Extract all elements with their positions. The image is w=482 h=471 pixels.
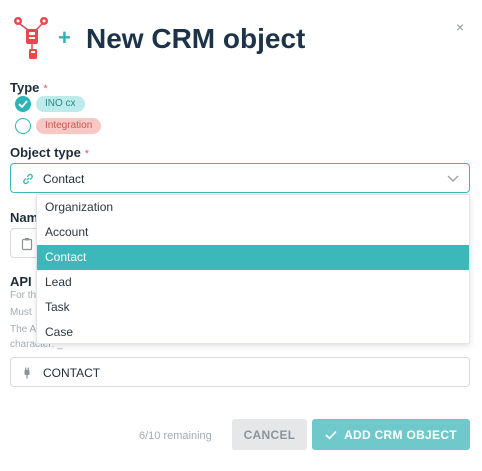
cancel-button[interactable]: CANCEL xyxy=(232,419,307,450)
plus-icon: + xyxy=(58,25,71,50)
clipboard-icon xyxy=(21,238,33,251)
dropdown-option-contact[interactable]: Contact xyxy=(37,245,469,270)
required-mark: * xyxy=(84,148,90,160)
type-chip-ino-cx: INO cx xyxy=(36,96,85,112)
remaining-count: 6/10 remaining xyxy=(139,430,212,442)
hint-line: For th xyxy=(10,290,37,301)
dropdown-option-case[interactable]: Case xyxy=(37,320,469,345)
object-type-value: Contact xyxy=(43,172,85,186)
dropdown-option-lead[interactable]: Lead xyxy=(37,270,469,295)
object-type-label-text: Object type xyxy=(10,145,81,160)
radio-unchecked-icon[interactable] xyxy=(15,118,31,134)
crm-objects-logo-icon xyxy=(14,17,48,59)
required-mark: * xyxy=(43,83,48,95)
api-name-field[interactable]: CONTACT xyxy=(10,357,470,387)
name-label: Nam xyxy=(10,210,39,225)
dropdown-option-organization[interactable]: Organization xyxy=(37,195,469,220)
type-option-integration[interactable]: Integration xyxy=(15,117,102,135)
dialog-title: New CRM object xyxy=(86,23,306,54)
object-type-label: Object type * xyxy=(10,145,89,162)
object-type-dropdown: Organization Account Contact Lead Task C… xyxy=(36,194,470,344)
add-crm-object-label: ADD CRM OBJECT xyxy=(344,427,457,442)
chevron-down-icon[interactable] xyxy=(447,175,459,183)
close-icon[interactable]: × xyxy=(456,20,464,34)
object-type-select[interactable]: Contact xyxy=(10,163,470,193)
link-icon xyxy=(23,173,33,185)
type-label-text: Type xyxy=(10,80,40,95)
hint-line: The A xyxy=(10,324,37,335)
radio-checked-icon[interactable] xyxy=(15,96,31,112)
dropdown-option-account[interactable]: Account xyxy=(37,220,469,245)
type-chip-integration: Integration xyxy=(36,118,102,134)
plug-icon xyxy=(24,367,30,379)
type-option-ino-cx[interactable]: INO cx xyxy=(15,95,85,113)
dropdown-option-task[interactable]: Task xyxy=(37,295,469,320)
api-name-value: CONTACT xyxy=(43,366,101,380)
hint-line: Must xyxy=(10,307,32,318)
check-icon xyxy=(325,430,337,440)
add-crm-object-button[interactable]: ADD CRM OBJECT xyxy=(312,419,470,450)
